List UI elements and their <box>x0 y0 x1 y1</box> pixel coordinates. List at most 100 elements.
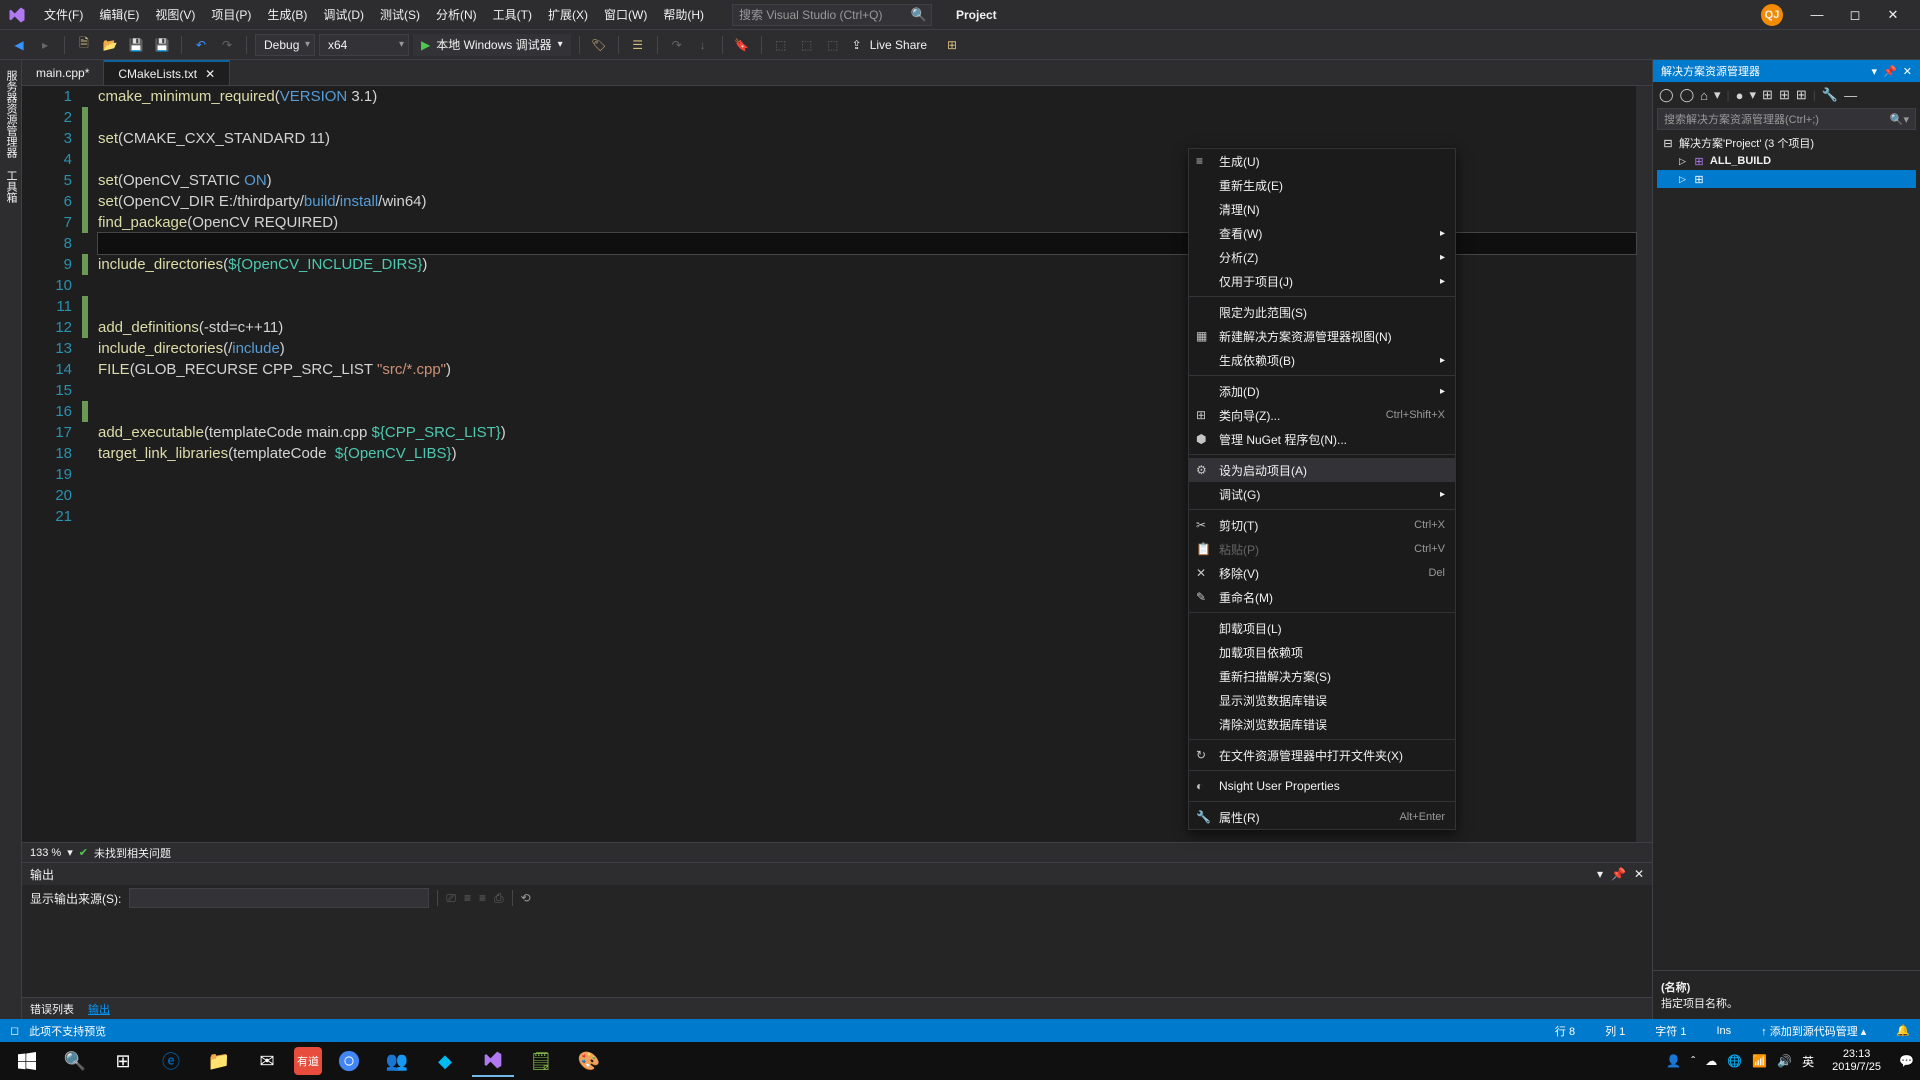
status-scm[interactable]: ↑ 添加到源代码管理 ▴ <box>1761 1023 1866 1039</box>
ctx-分析(Z)[interactable]: 分析(Z)▸ <box>1189 245 1455 269</box>
step-over-icon[interactable]: ↷ <box>666 34 688 56</box>
bookmark-icon[interactable]: 🔖 <box>731 34 753 56</box>
maximize-button[interactable]: ◻ <box>1836 6 1874 24</box>
menu-窗口(W)[interactable]: 窗口(W) <box>596 2 655 27</box>
explorer-icon[interactable]: 📁 <box>198 1045 240 1077</box>
config-combo[interactable]: Debug <box>255 34 315 56</box>
ctx-属性(R)[interactable]: 🔧属性(R)Alt+Enter <box>1189 805 1455 829</box>
app-icon-4[interactable]: 🎨 <box>568 1045 610 1077</box>
output-icon-5[interactable]: ⟲ <box>521 891 531 905</box>
menu-扩展(X)[interactable]: 扩展(X) <box>540 2 596 27</box>
se-icon-11[interactable]: — <box>1844 88 1857 103</box>
ctx-添加(D)[interactable]: 添加(D)▸ <box>1189 379 1455 403</box>
open-icon[interactable]: 📂 <box>99 34 121 56</box>
tray-wifi-icon[interactable]: 📶 <box>1752 1054 1767 1068</box>
se-icon-7[interactable]: ⊞ <box>1762 87 1773 103</box>
app-icon-2[interactable]: ◆ <box>424 1045 466 1077</box>
ctx-重新生成(E)[interactable]: 重新生成(E) <box>1189 173 1455 197</box>
menu-工具(T)[interactable]: 工具(T) <box>485 2 540 27</box>
vs-icon[interactable] <box>472 1045 514 1077</box>
step-into-icon[interactable]: ↓ <box>692 34 714 56</box>
zoom-level[interactable]: 133 % <box>30 847 61 859</box>
notif-icon[interactable]: 🔔 <box>1896 1024 1910 1037</box>
toolbar-icon-3[interactable]: ⬚ <box>770 34 792 56</box>
tab-main.cpp*[interactable]: main.cpp* <box>22 60 104 85</box>
output-close-icon[interactable]: ✕ <box>1634 867 1644 881</box>
platform-combo[interactable]: x64 <box>319 34 409 56</box>
menu-分析(N)[interactable]: 分析(N) <box>428 2 485 27</box>
ctx-显示浏览数据库错误[interactable]: 显示浏览数据库错误 <box>1189 688 1455 712</box>
run-button[interactable]: ▶本地 Windows 调试器▾ <box>413 34 571 56</box>
se-icon-8[interactable]: ⊞ <box>1779 87 1790 103</box>
taskview-button[interactable]: ⊞ <box>102 1045 144 1077</box>
output-pin-icon[interactable]: 📌 <box>1611 867 1626 881</box>
ctx-清理(N)[interactable]: 清理(N) <box>1189 197 1455 221</box>
minimize-button[interactable]: — <box>1798 6 1836 24</box>
app-icon-3[interactable]: 🗒 <box>520 1045 562 1077</box>
solution-search[interactable]: 搜索解决方案资源管理器(Ctrl+;) 🔍▾ <box>1657 108 1916 130</box>
output-icon-2[interactable]: ≡ <box>464 891 471 905</box>
tray-up-icon[interactable]: ˆ <box>1691 1054 1695 1068</box>
toolbar-icon-5[interactable]: ⬚ <box>822 34 844 56</box>
ctx-卸载项目(L)[interactable]: 卸载项目(L) <box>1189 616 1455 640</box>
ctx-重新扫描解决方案(S)[interactable]: 重新扫描解决方案(S) <box>1189 664 1455 688</box>
ctx-在文件资源管理器中打开文件夹(X)[interactable]: ↻在文件资源管理器中打开文件夹(X) <box>1189 743 1455 767</box>
problems-status[interactable]: 未找到相关问题 <box>94 845 171 861</box>
ctx-移除(V)[interactable]: ✕移除(V)Del <box>1189 561 1455 585</box>
toolbar-icon-1[interactable]: 🏷 <box>588 34 610 56</box>
search-button[interactable]: 🔍 <box>54 1045 96 1077</box>
tray-net-icon[interactable]: 🌐 <box>1727 1054 1742 1068</box>
se-back-icon[interactable]: ◯ <box>1659 87 1674 103</box>
menu-编辑(E)[interactable]: 编辑(E) <box>91 2 147 27</box>
live-share-button[interactable]: Live Share <box>870 38 927 52</box>
tray-people-icon[interactable]: 👤 <box>1666 1054 1681 1068</box>
ctx-清除浏览数据库错误[interactable]: 清除浏览数据库错误 <box>1189 712 1455 736</box>
menu-调试(D)[interactable]: 调试(D) <box>315 2 372 27</box>
output-icon-1[interactable]: ⎚ <box>446 891 456 906</box>
tray-clock[interactable]: 23:13 2019/7/25 <box>1832 1048 1881 1074</box>
undo-icon[interactable]: ↶ <box>190 34 212 56</box>
menu-项目(P)[interactable]: 项目(P) <box>203 2 259 27</box>
ctx-类向导(Z)...[interactable]: ⊞类向导(Z)...Ctrl+Shift+X <box>1189 403 1455 427</box>
server-explorer-tab[interactable]: 服务器资源管理器 <box>0 64 21 164</box>
solution-root[interactable]: ⊟ 解决方案'Project' (3 个项目) <box>1657 134 1916 152</box>
output-icon-4[interactable]: ⎙ <box>494 891 504 906</box>
tray-notif-icon[interactable]: 💬 <box>1899 1054 1914 1068</box>
app-icon-1[interactable]: 有道 <box>294 1047 322 1075</box>
menu-文件(F)[interactable]: 文件(F) <box>36 2 91 27</box>
ctx-生成依赖项(B)[interactable]: 生成依赖项(B)▸ <box>1189 348 1455 372</box>
feedback-icon[interactable]: ⊞ <box>941 34 963 56</box>
redo-icon[interactable]: ↷ <box>216 34 238 56</box>
nav-fwd-icon[interactable]: ▸ <box>34 34 56 56</box>
toolbox-tab[interactable]: 工具箱 <box>0 164 21 209</box>
mail-icon[interactable]: ✉ <box>246 1045 288 1077</box>
output-dropdown-icon[interactable]: ▾ <box>1597 867 1603 881</box>
ctx-Nsight User Properties[interactable]: ◐Nsight User Properties <box>1189 774 1455 798</box>
se-icon-4[interactable]: ▾ <box>1714 87 1721 103</box>
ctx-查看(W)[interactable]: 查看(W)▸ <box>1189 221 1455 245</box>
ctx-设为启动项目(A)[interactable]: ⚙设为启动项目(A) <box>1189 458 1455 482</box>
panel-close-icon[interactable]: ✕ <box>1903 65 1912 78</box>
se-icon-6[interactable]: ▾ <box>1750 87 1757 103</box>
toolbar-icon-2[interactable]: ☰ <box>627 34 649 56</box>
save-all-icon[interactable]: 💾 <box>151 34 173 56</box>
se-wrench-icon[interactable]: 🔧 <box>1822 87 1838 103</box>
menu-视图(V)[interactable]: 视图(V) <box>147 2 203 27</box>
menu-帮助(H)[interactable]: 帮助(H) <box>655 2 712 27</box>
se-refresh-icon[interactable]: ● <box>1736 88 1744 103</box>
save-icon[interactable]: 💾 <box>125 34 147 56</box>
ctx-调试(G)[interactable]: 调试(G)▸ <box>1189 482 1455 506</box>
close-button[interactable]: ✕ <box>1874 6 1912 24</box>
ctx-仅用于项目(J)[interactable]: 仅用于项目(J)▸ <box>1189 269 1455 293</box>
menu-生成(B)[interactable]: 生成(B) <box>259 2 315 27</box>
ctx-重命名(M)[interactable]: ✎重命名(M) <box>1189 585 1455 609</box>
teams-icon[interactable]: 👥 <box>376 1045 418 1077</box>
ctx-限定为此范围(S)[interactable]: 限定为此范围(S) <box>1189 300 1455 324</box>
se-home-icon[interactable]: ⌂ <box>1700 88 1708 103</box>
ctx-新建解决方案资源管理器视图(N)[interactable]: ▦新建解决方案资源管理器视图(N) <box>1189 324 1455 348</box>
panel-dropdown-icon[interactable]: ▾ <box>1872 65 1878 78</box>
tray-cloud-icon[interactable]: ☁ <box>1705 1054 1717 1068</box>
output-content[interactable] <box>22 911 1652 997</box>
start-button[interactable] <box>6 1045 48 1077</box>
ctx-生成(U)[interactable]: ≡生成(U) <box>1189 149 1455 173</box>
